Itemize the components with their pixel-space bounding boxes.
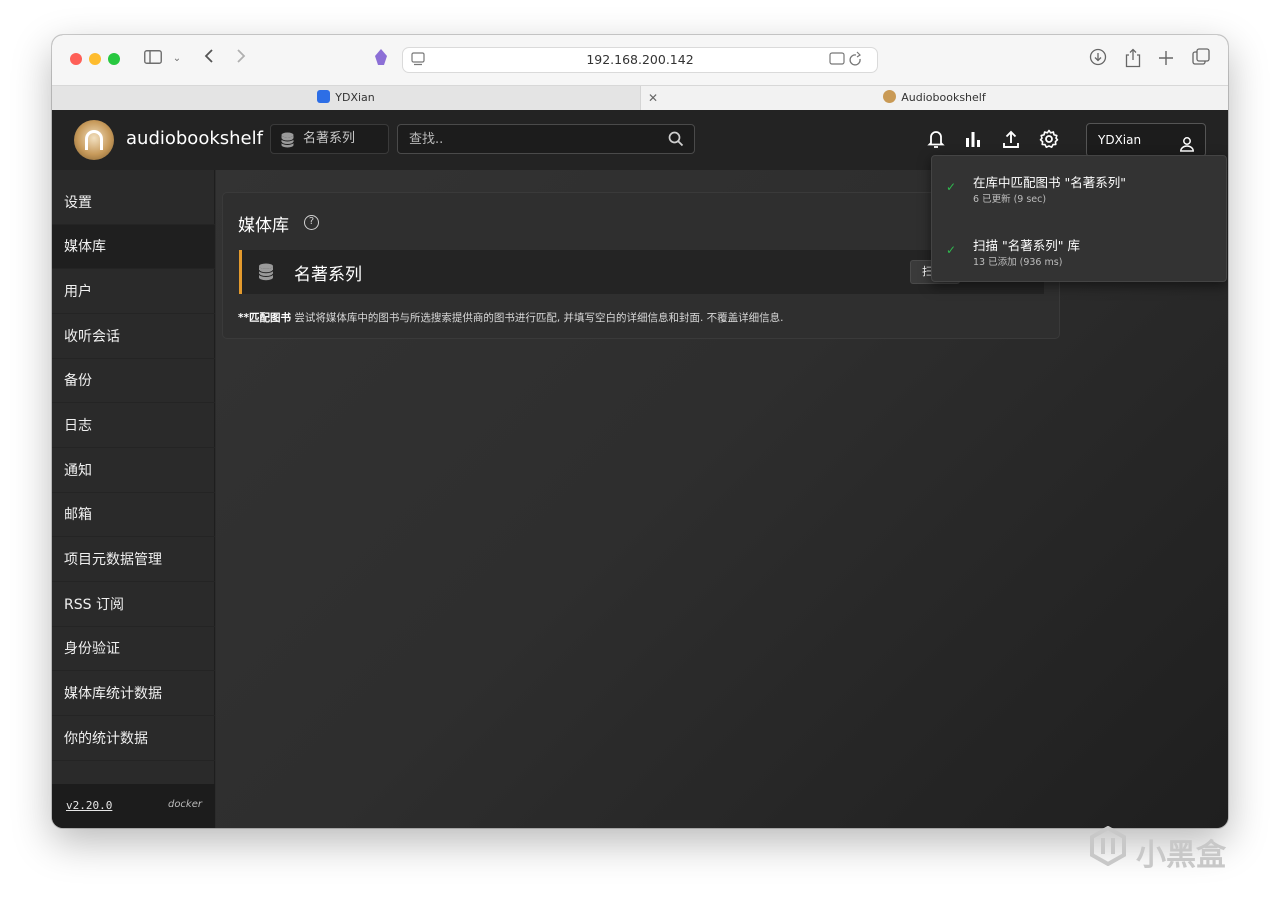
database-icon bbox=[258, 263, 274, 281]
library-row[interactable]: 名著系列 扫 bbox=[239, 250, 1044, 294]
notification-title: 扫描 "名著系列" 库 bbox=[973, 238, 1080, 253]
browser-toolbar: ⌄ 192.168.200.142 bbox=[52, 35, 1228, 85]
downloads-icon[interactable] bbox=[1088, 48, 1108, 70]
ydxian-favicon-icon bbox=[317, 90, 331, 103]
back-icon[interactable] bbox=[200, 48, 218, 70]
sidebar-item-library-stats[interactable]: 媒体库统计数据 bbox=[52, 672, 215, 716]
translate-reload-icon[interactable] bbox=[829, 51, 869, 71]
sidebar-item-email[interactable]: 邮箱 bbox=[52, 493, 215, 537]
tab-label: YDXian bbox=[335, 91, 375, 104]
help-icon[interactable]: ? bbox=[304, 215, 319, 230]
settings-sidebar: 设置 媒体库 用户 收听会话 备份 日志 通知 邮箱 项目元数据管理 RSS 订… bbox=[52, 170, 215, 828]
search-box[interactable] bbox=[397, 124, 695, 154]
user-icon bbox=[1179, 132, 1195, 152]
page-title: 媒体库 bbox=[238, 216, 289, 236]
library-select-label: 名著系列 bbox=[303, 131, 356, 146]
notification-item[interactable]: ✓ 在库中匹配图书 "名著系列" 6 已更新 (9 sec) bbox=[932, 156, 1228, 218]
new-tab-icon[interactable] bbox=[1156, 48, 1176, 70]
search-icon[interactable] bbox=[668, 131, 684, 147]
upload-icon[interactable] bbox=[1002, 129, 1022, 151]
search-input[interactable] bbox=[398, 125, 658, 153]
stats-icon[interactable] bbox=[964, 129, 984, 151]
user-menu-button[interactable]: YDXian bbox=[1086, 123, 1206, 157]
sidebar-item-backups[interactable]: 备份 bbox=[52, 359, 215, 403]
tab-ydxian[interactable]: YDXian bbox=[52, 86, 640, 111]
tab-overview-icon[interactable] bbox=[1191, 48, 1211, 70]
check-icon: ✓ bbox=[946, 243, 957, 257]
tab-label: Audiobookshelf bbox=[901, 91, 986, 104]
audiobookshelf-logo[interactable] bbox=[74, 120, 114, 160]
zoom-window-button[interactable] bbox=[108, 53, 120, 65]
sidebar-item-libraries[interactable]: 媒体库 bbox=[52, 225, 215, 269]
extension-icon[interactable] bbox=[372, 48, 390, 70]
url-text: 192.168.200.142 bbox=[586, 52, 694, 67]
sidebar-item-authentication[interactable]: 身份验证 bbox=[52, 627, 215, 671]
sidebar-item-your-stats[interactable]: 你的统计数据 bbox=[52, 717, 215, 761]
platform-label: docker bbox=[167, 799, 202, 810]
sidebar-toggle-icon[interactable] bbox=[142, 48, 164, 70]
sidebar-item-rss[interactable]: RSS 订阅 bbox=[52, 583, 215, 627]
sidebar-item-item-metadata[interactable]: 项目元数据管理 bbox=[52, 538, 215, 582]
sidebar-item-settings[interactable]: 设置 bbox=[52, 181, 215, 225]
library-select[interactable]: 名著系列 bbox=[270, 124, 389, 154]
share-icon[interactable] bbox=[1123, 48, 1143, 70]
sidebar-item-sessions[interactable]: 收听会话 bbox=[52, 315, 215, 359]
check-icon: ✓ bbox=[946, 180, 957, 194]
sidebar-item-notifications[interactable]: 通知 bbox=[52, 449, 215, 493]
browser-window: ⌄ 192.168.200.142 YDXian Audiobookshelf … bbox=[52, 35, 1228, 828]
version-link[interactable]: v2.20.0 bbox=[66, 799, 112, 812]
minimize-window-button[interactable] bbox=[89, 53, 101, 65]
sidebar-item-users[interactable]: 用户 bbox=[52, 270, 215, 314]
chevron-down-icon[interactable]: ⌄ bbox=[170, 48, 184, 70]
match-note: **匹配图书 尝试将媒体库中的图书与所选搜索提供商的图书进行匹配, 并填写空白的… bbox=[238, 310, 784, 325]
sidebar-item-logs[interactable]: 日志 bbox=[52, 404, 215, 448]
brand-name[interactable]: audiobookshelf bbox=[126, 128, 263, 149]
tab-audiobookshelf[interactable]: Audiobookshelf bbox=[640, 86, 1228, 111]
address-bar[interactable]: 192.168.200.142 bbox=[402, 47, 878, 73]
heybox-logo-icon bbox=[1088, 825, 1128, 867]
watermark-text: 小黑盒 bbox=[1136, 838, 1226, 873]
notification-detail: 6 已更新 (9 sec) bbox=[973, 194, 1047, 205]
notification-item[interactable]: ✓ 扫描 "名著系列" 库 13 已添加 (936 ms) bbox=[932, 219, 1228, 281]
library-name: 名著系列 bbox=[294, 265, 362, 285]
notification-detail: 13 已添加 (936 ms) bbox=[973, 257, 1063, 268]
forward-icon[interactable] bbox=[232, 48, 250, 70]
audiobookshelf-favicon-icon bbox=[883, 90, 897, 103]
database-icon bbox=[281, 131, 294, 148]
notifications-dropdown: ✓ 在库中匹配图书 "名著系列" 6 已更新 (9 sec) ✓ 扫描 "名著系… bbox=[931, 155, 1227, 282]
close-window-button[interactable] bbox=[70, 53, 82, 65]
gear-icon[interactable] bbox=[1039, 129, 1059, 151]
tab-bar: YDXian Audiobookshelf ✕ bbox=[52, 85, 1228, 111]
notification-title: 在库中匹配图书 "名著系列" bbox=[973, 175, 1126, 190]
bell-icon[interactable] bbox=[927, 129, 947, 151]
match-note-text: 尝试将媒体库中的图书与所选搜索提供商的图书进行匹配, 并填写空白的详细信息和封面… bbox=[290, 312, 784, 324]
close-tab-icon[interactable]: ✕ bbox=[648, 86, 658, 111]
sidebar-footer: v2.20.0 docker bbox=[52, 784, 215, 828]
match-note-bold: **匹配图书 bbox=[238, 312, 291, 324]
user-name: YDXian bbox=[1098, 133, 1142, 147]
